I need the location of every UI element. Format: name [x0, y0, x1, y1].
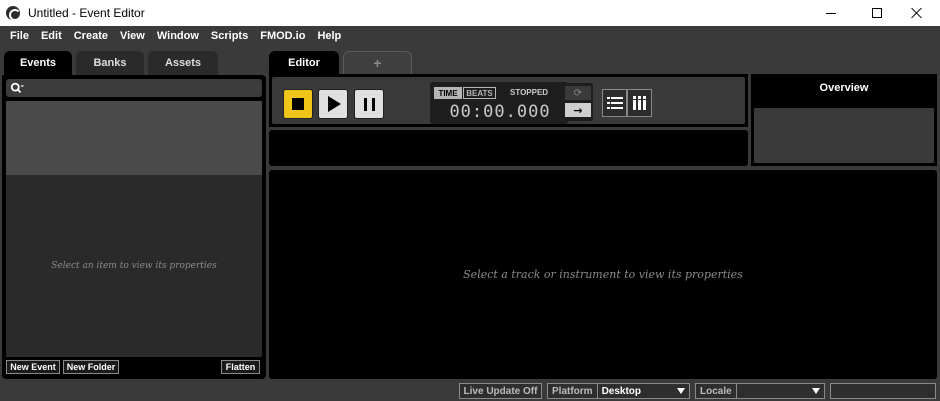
properties-panel: Select an item to view its properties	[6, 175, 262, 357]
locale-select[interactable]: Locale	[695, 383, 825, 399]
time-readout: 00:00.000	[449, 102, 551, 122]
fmod-logo-icon	[6, 6, 21, 21]
list-view-button[interactable]	[602, 89, 627, 117]
live-update-label: Live Update Off	[463, 385, 538, 397]
menu-view[interactable]: View	[114, 30, 151, 42]
search-icon	[10, 82, 24, 93]
follow-playhead-button[interactable]: →	[565, 103, 591, 117]
close-button[interactable]	[894, 0, 940, 26]
maximize-icon	[872, 8, 882, 18]
menu-file[interactable]: File	[4, 30, 35, 42]
tab-events[interactable]: Events	[4, 51, 72, 75]
deck-panel: Select a track or instrument to view its…	[269, 170, 937, 379]
locale-label: Locale	[696, 384, 737, 398]
add-tab-button[interactable]: +	[343, 51, 412, 74]
pause-icon	[363, 97, 375, 111]
menu-help[interactable]: Help	[311, 30, 347, 42]
minimize-button[interactable]	[808, 0, 854, 26]
close-icon	[911, 7, 923, 19]
live-update-button[interactable]: Live Update Off	[459, 383, 542, 399]
window-title: Untitled - Event Editor	[28, 6, 145, 20]
list-icon	[606, 97, 623, 109]
menu-edit[interactable]: Edit	[35, 30, 68, 42]
loop-button[interactable]: ⟳	[565, 86, 591, 100]
pause-button[interactable]	[354, 89, 384, 119]
chevron-down-icon	[812, 388, 820, 394]
menu-window[interactable]: Window	[151, 30, 205, 42]
search-input[interactable]	[6, 79, 262, 97]
platform-label: Platform	[548, 384, 598, 398]
menu-create[interactable]: Create	[68, 30, 114, 42]
minimize-icon	[826, 12, 836, 14]
overview-title: Overview	[819, 82, 869, 94]
tab-banks[interactable]: Banks	[76, 51, 144, 75]
transport-panel: TIME BEATS STOPPED 00:00.000 ⟳ →	[269, 74, 748, 127]
properties-placeholder: Select an item to view its properties	[51, 261, 217, 271]
menu-scripts[interactable]: Scripts	[205, 30, 254, 42]
new-event-button[interactable]: New Event	[6, 360, 60, 374]
columns-icon	[632, 96, 646, 110]
platform-select[interactable]: Platform Desktop	[547, 383, 690, 399]
loop-icon: ⟳	[573, 87, 583, 99]
time-display-box: TIME BEATS STOPPED 00:00.000	[430, 82, 568, 124]
timeline-ruler[interactable]	[269, 130, 748, 166]
status-field	[830, 383, 936, 399]
beats-mode-toggle[interactable]: BEATS	[463, 87, 496, 99]
chevron-down-icon	[677, 388, 685, 394]
overview-panel: Overview	[751, 74, 937, 166]
menu-bar: File Edit Create View Window Scripts FMO…	[0, 26, 940, 46]
new-folder-button[interactable]: New Folder	[63, 360, 119, 374]
transport-controls: TIME BEATS STOPPED 00:00.000 ⟳ →	[272, 77, 745, 124]
time-mode-toggle[interactable]: TIME	[434, 87, 462, 99]
overview-content[interactable]	[754, 108, 934, 163]
arrow-right-icon: →	[573, 103, 583, 117]
transport-state: STOPPED	[510, 88, 549, 97]
stop-icon	[292, 98, 304, 110]
title-bar: Untitled - Event Editor	[0, 0, 940, 26]
loop-follow-group: ⟳ →	[563, 83, 593, 121]
flatten-button[interactable]: Flatten	[221, 360, 260, 374]
tab-editor[interactable]: Editor	[269, 51, 339, 74]
platform-value: Desktop	[601, 385, 642, 397]
deck-placeholder: Select a track or instrument to view its…	[463, 268, 743, 281]
tab-assets[interactable]: Assets	[148, 51, 218, 75]
bars-view-button[interactable]	[627, 89, 652, 117]
menu-fmod-io[interactable]: FMOD.io	[254, 30, 311, 42]
play-button[interactable]	[318, 89, 348, 119]
event-browser-panel: Select an item to view its properties Ne…	[2, 75, 266, 379]
stop-button[interactable]	[283, 89, 313, 119]
play-icon	[328, 96, 341, 112]
